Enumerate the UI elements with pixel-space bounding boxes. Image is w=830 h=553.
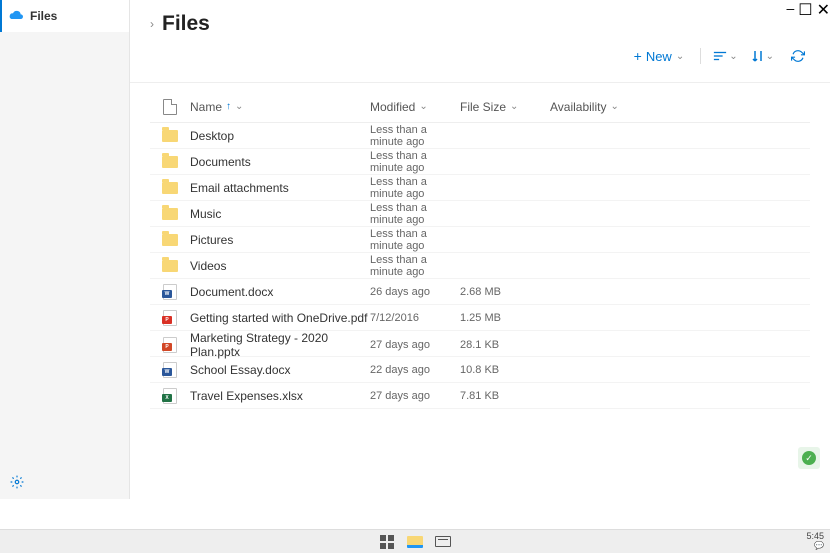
file-name: Videos <box>190 259 370 273</box>
table-row[interactable]: Videos Less than a minute ago <box>150 253 810 279</box>
file-size: 1.25 MB <box>460 312 550 324</box>
file-explorer-taskbar-icon[interactable] <box>406 535 424 549</box>
sort-asc-icon: ↑ <box>226 101 231 112</box>
file-modified: 22 days ago <box>370 364 460 376</box>
settings-icon[interactable] <box>10 475 24 494</box>
table-row[interactable]: Pictures Less than a minute ago <box>150 227 810 253</box>
column-availability[interactable]: Availability ⌄ <box>550 100 650 114</box>
notification-icon[interactable]: 💬 <box>806 542 824 551</box>
file-modified: Less than a minute ago <box>370 202 460 226</box>
sidebar-item-label: Files <box>30 9 57 23</box>
chevron-down-icon: ⌄ <box>729 51 737 62</box>
table-row[interactable]: P Getting started with OneDrive.pdf 7/12… <box>150 305 810 331</box>
xlsx-icon: X <box>163 388 177 404</box>
pptx-icon: P <box>163 337 177 353</box>
file-name: School Essay.docx <box>190 363 370 377</box>
file-size: 7.81 KB <box>460 390 550 402</box>
file-icon <box>163 99 177 115</box>
check-icon: ✓ <box>802 451 816 465</box>
file-name: Getting started with OneDrive.pdf <box>190 311 370 325</box>
chevron-right-icon: › <box>150 17 154 31</box>
file-name: Marketing Strategy - 2020 Plan.pptx <box>190 331 370 359</box>
sync-status[interactable]: ✓ <box>798 447 820 469</box>
maximize-button[interactable]: ☐ <box>798 0 812 20</box>
folder-icon <box>162 234 178 246</box>
folder-icon <box>162 208 178 220</box>
file-size: 28.1 KB <box>460 339 550 351</box>
chevron-down-icon: ⌄ <box>419 101 427 112</box>
sidebar: Files <box>0 0 130 499</box>
folder-icon <box>162 260 178 272</box>
file-modified: Less than a minute ago <box>370 254 460 278</box>
file-name: Email attachments <box>190 181 370 195</box>
chevron-down-icon: ⌄ <box>235 101 243 112</box>
chevron-down-icon: ⌄ <box>766 51 774 62</box>
sort-button[interactable]: ⌄ <box>711 50 739 62</box>
start-button[interactable] <box>378 535 396 549</box>
pdf-icon: P <box>163 310 177 326</box>
divider <box>700 48 701 64</box>
table-row[interactable]: Music Less than a minute ago <box>150 201 810 227</box>
table-row[interactable]: X Travel Expenses.xlsx 27 days ago 7.81 … <box>150 383 810 409</box>
chevron-down-icon: ⌄ <box>610 101 618 112</box>
file-modified: Less than a minute ago <box>370 176 460 200</box>
close-button[interactable]: ✕ <box>817 0 830 20</box>
new-button[interactable]: + New ⌄ <box>628 44 691 68</box>
minimize-button[interactable]: ‒ <box>786 0 794 20</box>
column-filesize[interactable]: File Size ⌄ <box>460 100 550 114</box>
file-modified: 7/12/2016 <box>370 312 460 324</box>
file-name: Travel Expenses.xlsx <box>190 389 370 403</box>
file-modified: 27 days ago <box>370 339 460 351</box>
refresh-button[interactable] <box>786 44 810 68</box>
taskbar: 5:45 💬 <box>0 529 830 553</box>
folder-icon <box>162 156 178 168</box>
chevron-down-icon: ⌄ <box>676 51 684 62</box>
main-content: › Files + New ⌄ ⌄ ⌄ <box>130 0 830 499</box>
cloud-icon <box>8 9 24 24</box>
file-name: Documents <box>190 155 370 169</box>
file-size: 2.68 MB <box>460 286 550 298</box>
table-row[interactable]: W Document.docx 26 days ago 2.68 MB <box>150 279 810 305</box>
table-header: Name ↑ ⌄ Modified ⌄ File Size ⌄ Availabi… <box>150 95 810 123</box>
table-row[interactable]: W School Essay.docx 22 days ago 10.8 KB <box>150 357 810 383</box>
folder-icon <box>162 130 178 142</box>
file-modified: Less than a minute ago <box>370 150 460 174</box>
docx-icon: W <box>163 362 177 378</box>
file-name: Pictures <box>190 233 370 247</box>
file-modified: 26 days ago <box>370 286 460 298</box>
file-name: Music <box>190 207 370 221</box>
new-button-label: New <box>646 49 672 64</box>
folder-icon <box>162 182 178 194</box>
table-row[interactable]: P Marketing Strategy - 2020 Plan.pptx 27… <box>150 331 810 357</box>
table-row[interactable]: Documents Less than a minute ago <box>150 149 810 175</box>
file-modified: Less than a minute ago <box>370 228 460 252</box>
task-view-icon[interactable] <box>434 535 452 549</box>
sort-order-button[interactable]: ⌄ <box>750 50 776 62</box>
sidebar-item-files[interactable]: Files <box>0 0 129 32</box>
page-title: Files <box>162 12 210 36</box>
file-table: Name ↑ ⌄ Modified ⌄ File Size ⌄ Availabi… <box>130 83 830 499</box>
plus-icon: + <box>634 48 642 64</box>
chevron-down-icon: ⌄ <box>510 101 518 112</box>
file-size: 10.8 KB <box>460 364 550 376</box>
column-modified[interactable]: Modified ⌄ <box>370 100 460 114</box>
table-row[interactable]: Email attachments Less than a minute ago <box>150 175 810 201</box>
file-modified: Less than a minute ago <box>370 124 460 148</box>
docx-icon: W <box>163 284 177 300</box>
file-name: Desktop <box>190 129 370 143</box>
file-modified: 27 days ago <box>370 390 460 402</box>
file-name: Document.docx <box>190 285 370 299</box>
table-row[interactable]: Desktop Less than a minute ago <box>150 123 810 149</box>
column-name[interactable]: Name ↑ ⌄ <box>190 100 370 114</box>
